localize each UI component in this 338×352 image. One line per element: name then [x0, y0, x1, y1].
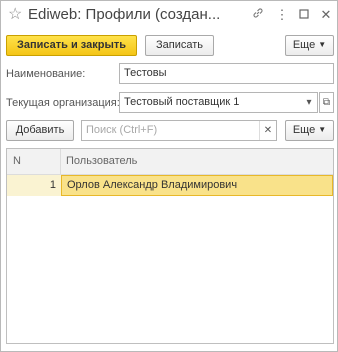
column-divider [60, 149, 61, 174]
users-table: N Пользователь 1 Орлов Александр Владими… [6, 148, 334, 344]
search-input[interactable]: Поиск (Ctrl+F) ✕ [81, 120, 277, 141]
clear-icon[interactable]: ✕ [259, 121, 276, 140]
org-field[interactable]: Тестовый поставщик 1 ▾ [119, 92, 318, 113]
more-vert-icon[interactable]: ⋮ [275, 7, 289, 23]
column-header-n[interactable]: N [13, 149, 21, 174]
window-title: Ediweb: Профили (создан... [28, 6, 221, 23]
table-row[interactable]: 1 Орлов Александр Владимирович [7, 175, 333, 196]
dropdown-icon[interactable]: ▾ [301, 93, 317, 112]
chevron-down-icon: ▼ [318, 40, 327, 49]
table-header: N Пользователь [7, 149, 333, 175]
name-field[interactable]: Тестовы [119, 63, 334, 84]
save-and-close-button[interactable]: Записать и закрыть [6, 35, 137, 56]
add-button[interactable]: Добавить [6, 120, 74, 141]
maximize-icon[interactable] [297, 7, 311, 23]
more-button[interactable]: Еще ▼ [285, 35, 334, 56]
search-placeholder: Поиск (Ctrl+F) [86, 124, 158, 136]
title-bar: ☆ Ediweb: Профили (создан... ⋮ ✕ [1, 1, 337, 31]
more-button-label: Еще [292, 39, 316, 51]
open-icon: ⧉ [322, 97, 331, 108]
star-icon[interactable]: ☆ [8, 6, 22, 24]
column-header-user[interactable]: Пользователь [66, 149, 137, 174]
row-number: 1 [49, 179, 56, 191]
user-cell[interactable]: Орлов Александр Владимирович [61, 175, 333, 196]
profile-window: ☆ Ediweb: Профили (создан... ⋮ ✕ Записат… [0, 0, 338, 352]
save-button[interactable]: Записать [145, 35, 214, 56]
org-label: Текущая организация: [6, 97, 120, 109]
name-label: Наименование: [6, 68, 86, 80]
link-icon[interactable] [251, 7, 265, 23]
table-more-label: Еще [292, 124, 316, 136]
chevron-down-icon: ▼ [318, 125, 327, 134]
org-value: Тестовый поставщик 1 [124, 96, 240, 108]
open-org-button[interactable]: ⧉ [319, 92, 334, 113]
close-icon[interactable]: ✕ [319, 7, 333, 23]
table-more-button[interactable]: Еще ▼ [285, 120, 334, 141]
